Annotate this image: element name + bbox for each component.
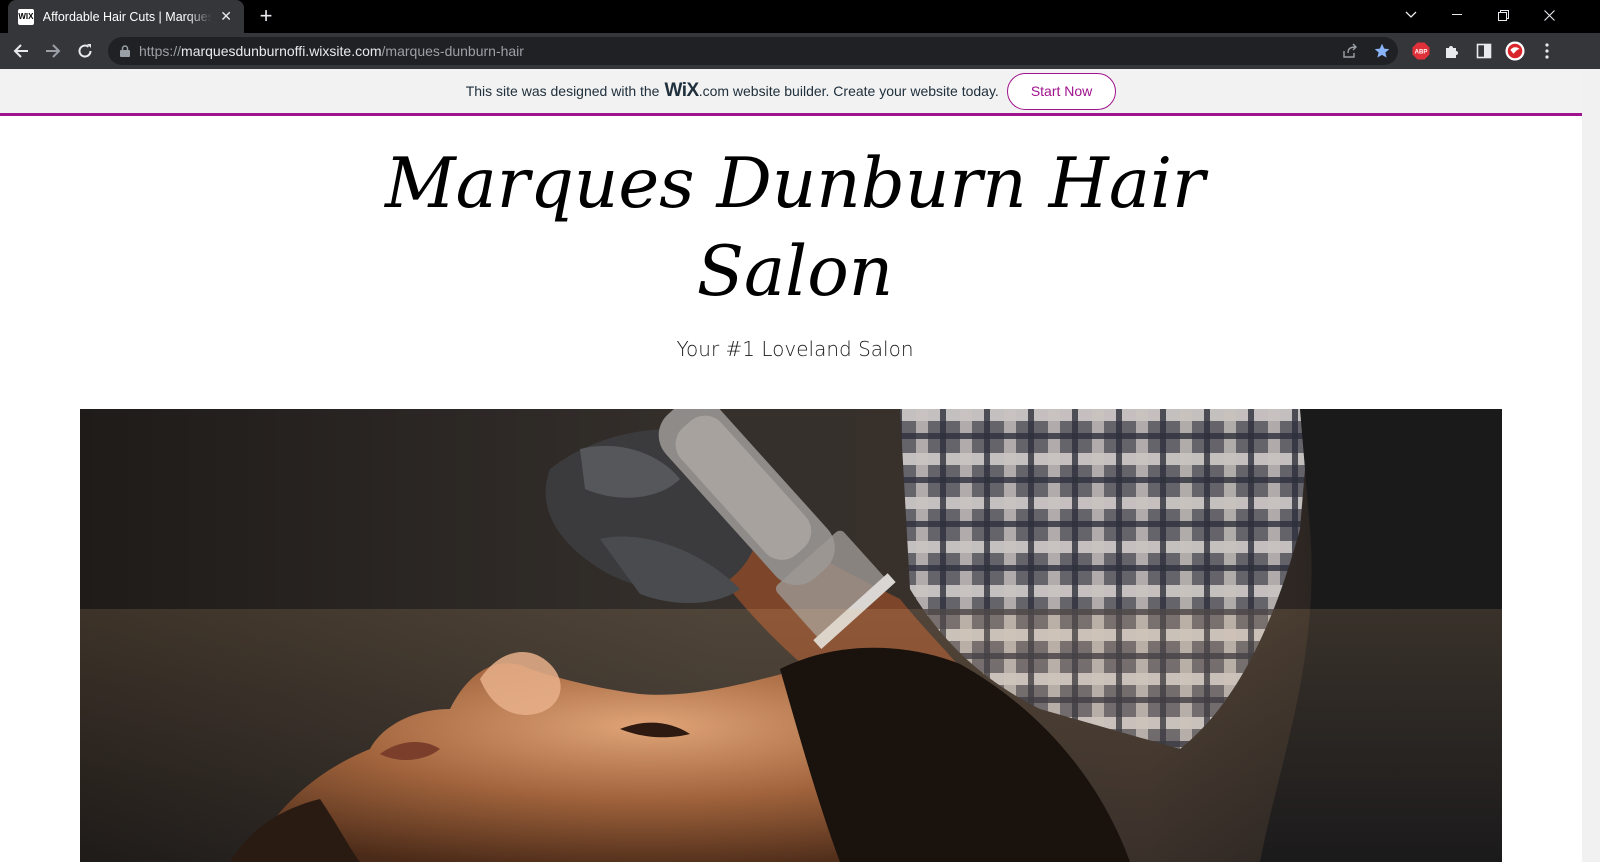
adblock-icon[interactable]: ABP xyxy=(1411,41,1431,61)
page-scrollbar[interactable] xyxy=(1582,69,1600,862)
tab-close-icon[interactable]: ✕ xyxy=(218,8,234,25)
site-title-line1: Marques Dunburn Hair xyxy=(384,144,1206,224)
url-host: marquesdunburnoffi.wixsite.com xyxy=(181,43,382,59)
forward-arrow-icon[interactable] xyxy=(41,39,65,63)
site-title: Marques Dunburn Hair Salon xyxy=(380,140,1210,316)
close-window-icon[interactable] xyxy=(1526,0,1572,30)
profile-avatar-icon[interactable] xyxy=(1505,41,1525,61)
lock-icon xyxy=(120,45,130,57)
share-icon[interactable] xyxy=(1340,41,1360,61)
site-title-line2: Salon xyxy=(696,232,894,312)
menu-kebab-icon[interactable] xyxy=(1537,41,1557,61)
site-tagline: Your #1 Loveland Salon xyxy=(676,337,914,361)
browser-tab[interactable]: WIX Affordable Hair Cuts | Marques Dunbu… xyxy=(8,0,244,33)
reload-icon[interactable] xyxy=(73,39,97,63)
address-bar[interactable]: https://marquesdunburnoffi.wixsite.com/m… xyxy=(108,37,1398,65)
bookmark-star-icon[interactable] xyxy=(1372,41,1392,61)
hero-image xyxy=(80,409,1502,862)
new-tab-plus-icon[interactable]: + xyxy=(254,4,278,28)
wix-banner-suffix: .com website builder. Create your websit… xyxy=(698,83,999,99)
tab-strip: WIX Affordable Hair Cuts | Marques Dunbu… xyxy=(0,0,1600,33)
minimize-icon[interactable] xyxy=(1434,0,1480,30)
extensions-puzzle-icon[interactable] xyxy=(1442,41,1462,61)
wix-favicon-icon: WIX xyxy=(18,8,34,25)
url-scheme: https:// xyxy=(139,43,182,59)
wix-promo-banner: This site was designed with the WiX .com… xyxy=(0,69,1582,116)
toolbar: https://marquesdunburnoffi.wixsite.com/m… xyxy=(0,33,1600,69)
restore-icon[interactable] xyxy=(1480,0,1526,30)
url-path: /marques-dunburn-hair xyxy=(381,43,524,59)
back-arrow-icon[interactable] xyxy=(9,39,33,63)
tab-title: Affordable Hair Cuts | Marques Dunburn H… xyxy=(42,9,213,24)
tab-search-chevron-icon[interactable] xyxy=(1388,0,1434,30)
start-now-button[interactable]: Start Now xyxy=(1006,72,1117,110)
url-text: https://marquesdunburnoffi.wixsite.com/m… xyxy=(139,43,524,59)
side-panel-icon[interactable] xyxy=(1474,41,1494,61)
adblock-label: ABP xyxy=(1415,50,1428,56)
wix-banner-prefix: This site was designed with the xyxy=(465,83,660,99)
wix-logo: WiX xyxy=(664,80,699,101)
